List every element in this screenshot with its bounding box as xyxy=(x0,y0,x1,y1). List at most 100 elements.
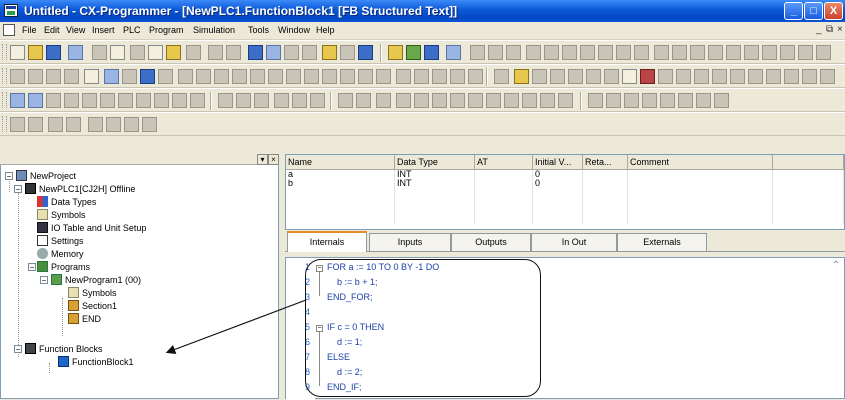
monitor-icon[interactable] xyxy=(562,45,577,60)
tab-in-out[interactable]: In Out xyxy=(531,233,617,251)
transfer-to-plc-icon[interactable] xyxy=(136,93,151,108)
tree-item-end[interactable]: END xyxy=(68,313,101,326)
zoom-icon[interactable] xyxy=(526,45,541,60)
cut-icon[interactable] xyxy=(130,45,145,60)
outdent-icon[interactable] xyxy=(28,117,43,132)
address-window-icon[interactable] xyxy=(780,45,795,60)
force-on-icon[interactable] xyxy=(274,93,289,108)
new-coil-icon[interactable] xyxy=(304,69,319,84)
comment-block-icon[interactable] xyxy=(48,117,63,132)
scroll-up-arrow-icon[interactable]: ⌃ xyxy=(830,260,842,272)
show-comments-icon[interactable] xyxy=(104,69,119,84)
edit-symbol-icon[interactable] xyxy=(550,69,565,84)
toolbar-extra-icon[interactable] xyxy=(816,45,831,60)
table-row[interactable] xyxy=(286,188,844,197)
tree-item-section1[interactable]: Section1 xyxy=(68,300,117,313)
tab-inputs[interactable]: Inputs xyxy=(369,233,451,251)
compile-all-icon[interactable] xyxy=(446,45,461,60)
cross-reference-icon[interactable] xyxy=(302,45,317,60)
undo-icon[interactable] xyxy=(208,45,223,60)
expand-newproject-toggle[interactable]: − xyxy=(5,172,13,181)
new-closed-coil-icon[interactable] xyxy=(322,69,337,84)
menu-window[interactable]: Window xyxy=(278,25,310,35)
symbol-table-icon[interactable] xyxy=(726,45,741,60)
fb-variable-icon[interactable] xyxy=(696,93,711,108)
st-code-editor[interactable]: 1 2 3 4 5 6 7 8 9 − − FOR a := 10 TO 0 B… xyxy=(285,257,845,400)
menu-plc[interactable]: PLC xyxy=(123,25,141,35)
save-icon[interactable] xyxy=(46,45,61,60)
window-cascade-icon[interactable] xyxy=(622,69,637,84)
paste-icon[interactable] xyxy=(166,45,181,60)
fold-toggle-if[interactable]: − xyxy=(316,325,323,332)
differential-icon[interactable] xyxy=(598,45,613,60)
sim-stop-icon[interactable] xyxy=(414,93,429,108)
watch-icon[interactable] xyxy=(580,45,595,60)
table-row[interactable]: a INT 0 xyxy=(286,169,844,179)
transfer-icon[interactable] xyxy=(506,45,521,60)
context-help-icon[interactable] xyxy=(358,45,373,60)
zoom-select-icon[interactable] xyxy=(64,69,79,84)
compile-icon[interactable] xyxy=(424,45,439,60)
online-edit-icon[interactable] xyxy=(470,45,485,60)
online-edit-cancel-icon[interactable] xyxy=(376,93,391,108)
mdi-close-button[interactable]: × xyxy=(837,24,843,35)
new-jump-icon[interactable] xyxy=(468,69,483,84)
indent-icon[interactable] xyxy=(10,117,25,132)
expand-plc-toggle[interactable]: − xyxy=(14,185,22,194)
table-row[interactable]: b INT 0 xyxy=(286,179,844,188)
app-icon[interactable] xyxy=(4,4,18,17)
selection-mode-icon[interactable] xyxy=(178,69,193,84)
pause-simulation-icon[interactable] xyxy=(658,69,673,84)
menu-simulation[interactable]: Simulation xyxy=(193,25,235,35)
redo-icon[interactable] xyxy=(226,45,241,60)
sim-play-icon[interactable] xyxy=(432,93,447,108)
paste-special-icon[interactable] xyxy=(186,45,201,60)
tree-item-functionblock1[interactable]: FunctionBlock1 xyxy=(58,356,134,369)
tree-item-symbols[interactable]: Symbols xyxy=(37,209,86,222)
mdi-minimize-button[interactable]: _ xyxy=(816,24,822,35)
decimal-display-icon[interactable] xyxy=(254,93,269,108)
compare-plc-icon[interactable] xyxy=(172,93,187,108)
monitor-mode-icon[interactable] xyxy=(100,93,115,108)
new-connection-icon[interactable] xyxy=(432,69,447,84)
menu-help[interactable]: Help xyxy=(316,25,335,35)
new-pin-icon[interactable] xyxy=(396,69,411,84)
new-pdf-contact-icon[interactable] xyxy=(340,69,355,84)
open-folder-icon[interactable] xyxy=(28,45,43,60)
column-header-retain[interactable]: Reta... xyxy=(582,155,628,170)
step-run-icon[interactable] xyxy=(676,69,691,84)
continuous-step-icon[interactable] xyxy=(730,69,745,84)
expand-function-blocks-toggle[interactable]: − xyxy=(14,345,22,354)
hex-display-icon[interactable] xyxy=(218,93,233,108)
workspace-close-button[interactable]: × xyxy=(268,154,279,165)
fb-definition-icon[interactable] xyxy=(606,93,621,108)
tree-item-settings[interactable]: Settings xyxy=(37,235,84,248)
sim-pause-icon[interactable] xyxy=(468,93,483,108)
new-line-icon[interactable] xyxy=(414,69,429,84)
fb-properties-icon[interactable] xyxy=(714,93,729,108)
menu-file[interactable]: File xyxy=(22,25,37,35)
toolbar-more-icon[interactable] xyxy=(820,69,835,84)
tab-internals[interactable]: Internals xyxy=(287,231,367,252)
table-row[interactable] xyxy=(286,197,844,206)
clear-break-point-icon[interactable] xyxy=(784,69,799,84)
debug-mode-icon[interactable] xyxy=(82,93,97,108)
edit-address-icon[interactable] xyxy=(586,69,601,84)
new-fb-call-icon[interactable] xyxy=(376,69,391,84)
edit-instruction-icon[interactable] xyxy=(604,69,619,84)
print-icon[interactable] xyxy=(92,45,107,60)
sim-step-in-icon[interactable] xyxy=(504,93,519,108)
stop-simulation-icon[interactable] xyxy=(640,69,655,84)
fold-toggle-for[interactable]: − xyxy=(316,265,323,272)
zoom-in-icon[interactable] xyxy=(10,69,25,84)
edit-comment-icon[interactable] xyxy=(568,69,583,84)
toolbar-grip[interactable] xyxy=(2,116,7,132)
simulator-icon[interactable] xyxy=(190,93,205,108)
sim-step-icon[interactable] xyxy=(486,93,501,108)
column-header-name[interactable]: Name xyxy=(286,155,395,170)
sim-settings-icon[interactable] xyxy=(802,69,817,84)
address-reference-icon[interactable] xyxy=(284,45,299,60)
auto-online-icon[interactable] xyxy=(28,93,43,108)
fb-instance-icon[interactable] xyxy=(588,93,603,108)
grid-icon[interactable] xyxy=(84,69,99,84)
